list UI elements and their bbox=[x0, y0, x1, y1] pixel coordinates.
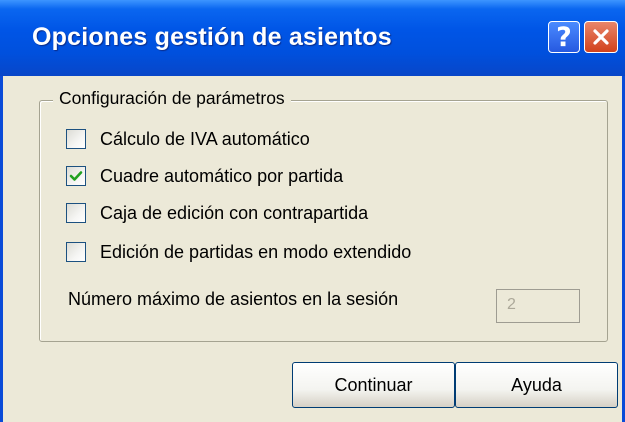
option-label: Edición de partidas en modo extendido bbox=[100, 241, 412, 262]
groupbox-legend: Configuración de parámetros bbox=[53, 88, 291, 109]
close-icon bbox=[593, 29, 609, 45]
question-mark-icon: ? bbox=[556, 21, 572, 53]
option-modo-extendido[interactable]: Edición de partidas en modo extendido bbox=[66, 240, 411, 264]
title-bar[interactable]: Opciones gestión de asientos ? bbox=[0, 0, 625, 76]
option-label: Cuadre automático por partida bbox=[100, 165, 344, 186]
checkbox-cuadre-automatico[interactable] bbox=[66, 166, 86, 186]
continue-button[interactable]: Continuar bbox=[292, 362, 455, 408]
checkbox-iva-automatico[interactable] bbox=[66, 129, 86, 149]
checkbox-modo-extendido[interactable] bbox=[66, 242, 86, 262]
max-entries-field[interactable]: 2 bbox=[496, 289, 580, 323]
window-title: Opciones gestión de asientos bbox=[32, 23, 392, 51]
checkmark-icon bbox=[69, 171, 83, 181]
max-entries-label: Número máximo de asientos en la sesión bbox=[68, 289, 399, 309]
checkbox-caja-edicion[interactable] bbox=[66, 203, 86, 223]
close-button[interactable] bbox=[584, 21, 618, 53]
help-title-button[interactable]: ? bbox=[548, 21, 580, 53]
help-button[interactable]: Ayuda bbox=[455, 362, 618, 408]
option-caja-edicion[interactable]: Caja de edición con contrapartida bbox=[66, 201, 368, 225]
option-label: Caja de edición con contrapartida bbox=[100, 202, 369, 223]
option-label: Cálculo de IVA automático bbox=[100, 128, 310, 149]
option-iva-automatico[interactable]: Cálculo de IVA automático bbox=[66, 127, 310, 151]
option-cuadre-automatico[interactable]: Cuadre automático por partida bbox=[66, 164, 343, 188]
